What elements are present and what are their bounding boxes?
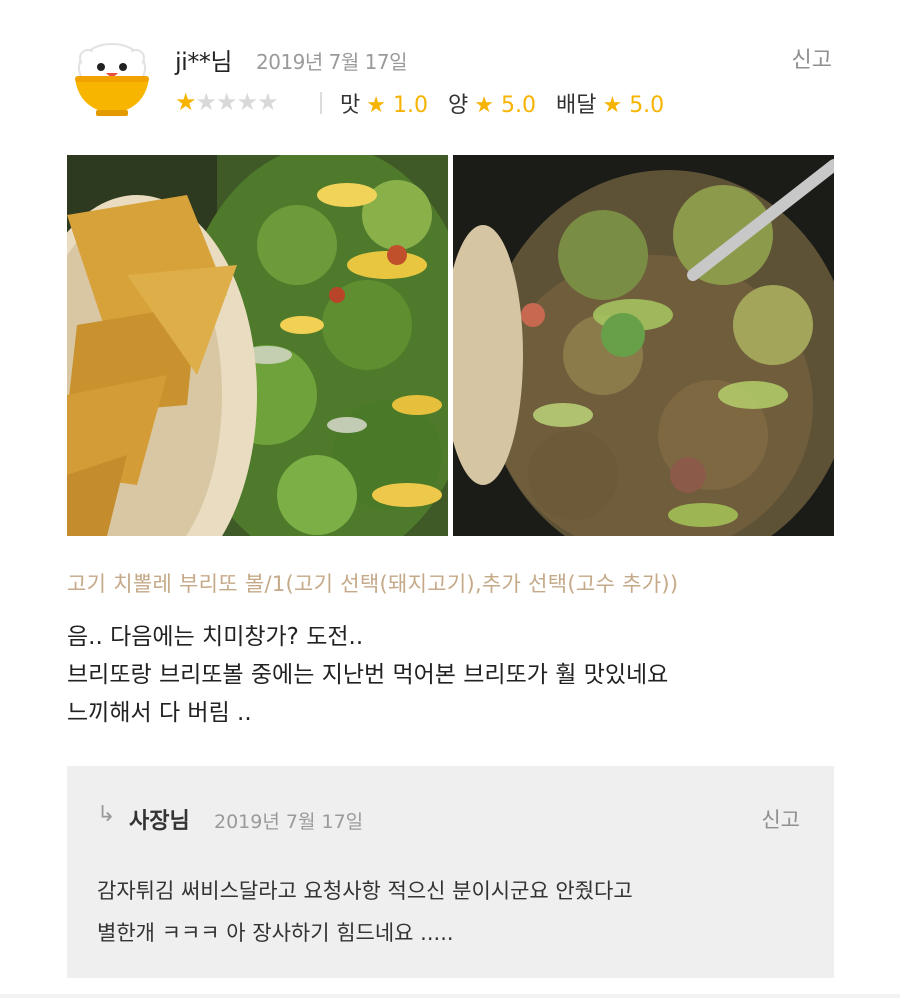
reply-text-line: 감자튀김 써비스달라고 요청사항 적으신 분이시군요 안줬다고 (97, 879, 633, 903)
bottom-divider (0, 994, 900, 998)
star-rating: ★★★★★ (175, 88, 279, 116)
star-icon: ★ (216, 88, 237, 116)
rating-divider (320, 92, 322, 114)
reply-text-line: 별한개 ㅋㅋㅋ 아 장사하기 힘드네요 ..... (97, 921, 454, 945)
review-username: ji**님 (175, 48, 232, 76)
sub-rating-label: 맛 (340, 93, 361, 118)
sub-ratings: 맛 ★ 1.0 양 ★ 5.0 배달 ★ 5.0 (340, 87, 664, 119)
star-icon: ★ (175, 88, 196, 116)
owner-reply: ↳ 사장님 2019년 7월 17일 신고 감자튀김 써비스달라고 요청사항 적… (67, 766, 834, 978)
sub-rating-value: 5.0 (500, 93, 536, 118)
reply-arrow-icon: ↳ (97, 802, 116, 827)
reply-author: 사장님 (129, 809, 190, 834)
sub-rating-value: 1.0 (392, 93, 428, 118)
review-date: 2019년 7월 17일 (256, 50, 408, 74)
reply-date: 2019년 7월 17일 (214, 811, 364, 833)
sub-rating-label: 양 (447, 93, 469, 118)
sub-rating-label: 배달 (555, 93, 597, 118)
reply-text: 감자튀김 써비스달라고 요청사항 적으신 분이시군요 안줬다고 별한개 ㅋㅋㅋ … (97, 870, 633, 954)
review-text-line: 브리또랑 브리또볼 중에는 지난번 먹어본 브리또가 훨 맛있네요 (67, 662, 669, 688)
star-icon: ★ (602, 93, 623, 118)
review-text: 음.. 다음에는 치미창가? 도전.. 브리또랑 브리또볼 중에는 지난번 먹어… (67, 618, 668, 732)
taste-rating: 맛 ★ 1.0 (340, 87, 428, 119)
review-photo-1[interactable] (67, 155, 448, 536)
sub-rating-value: 5.0 (629, 93, 665, 118)
review-text-line: 음.. 다음에는 치미창가? 도전.. (67, 624, 364, 650)
reply-report-button[interactable]: 신고 (761, 804, 800, 834)
star-icon: ★ (474, 93, 494, 118)
review-photo-2[interactable] (453, 155, 834, 536)
star-icon: ★ (366, 93, 386, 118)
rice-bowl-avatar-icon (72, 40, 152, 120)
delivery-rating: 배달 ★ 5.0 (556, 87, 664, 119)
quantity-rating: 양 ★ 5.0 (448, 87, 536, 119)
review-text-line: 느끼해서 다 버림 .. (67, 700, 252, 726)
star-icon: ★ (236, 88, 258, 116)
report-button[interactable]: 신고 (792, 42, 832, 74)
star-icon: ★ (195, 88, 217, 116)
star-icon: ★ (257, 88, 278, 116)
ordered-menu: 고기 치뽈레 부리또 볼/1(고기 선택(돼지고기),추가 선택(고수 추가)) (67, 572, 679, 596)
